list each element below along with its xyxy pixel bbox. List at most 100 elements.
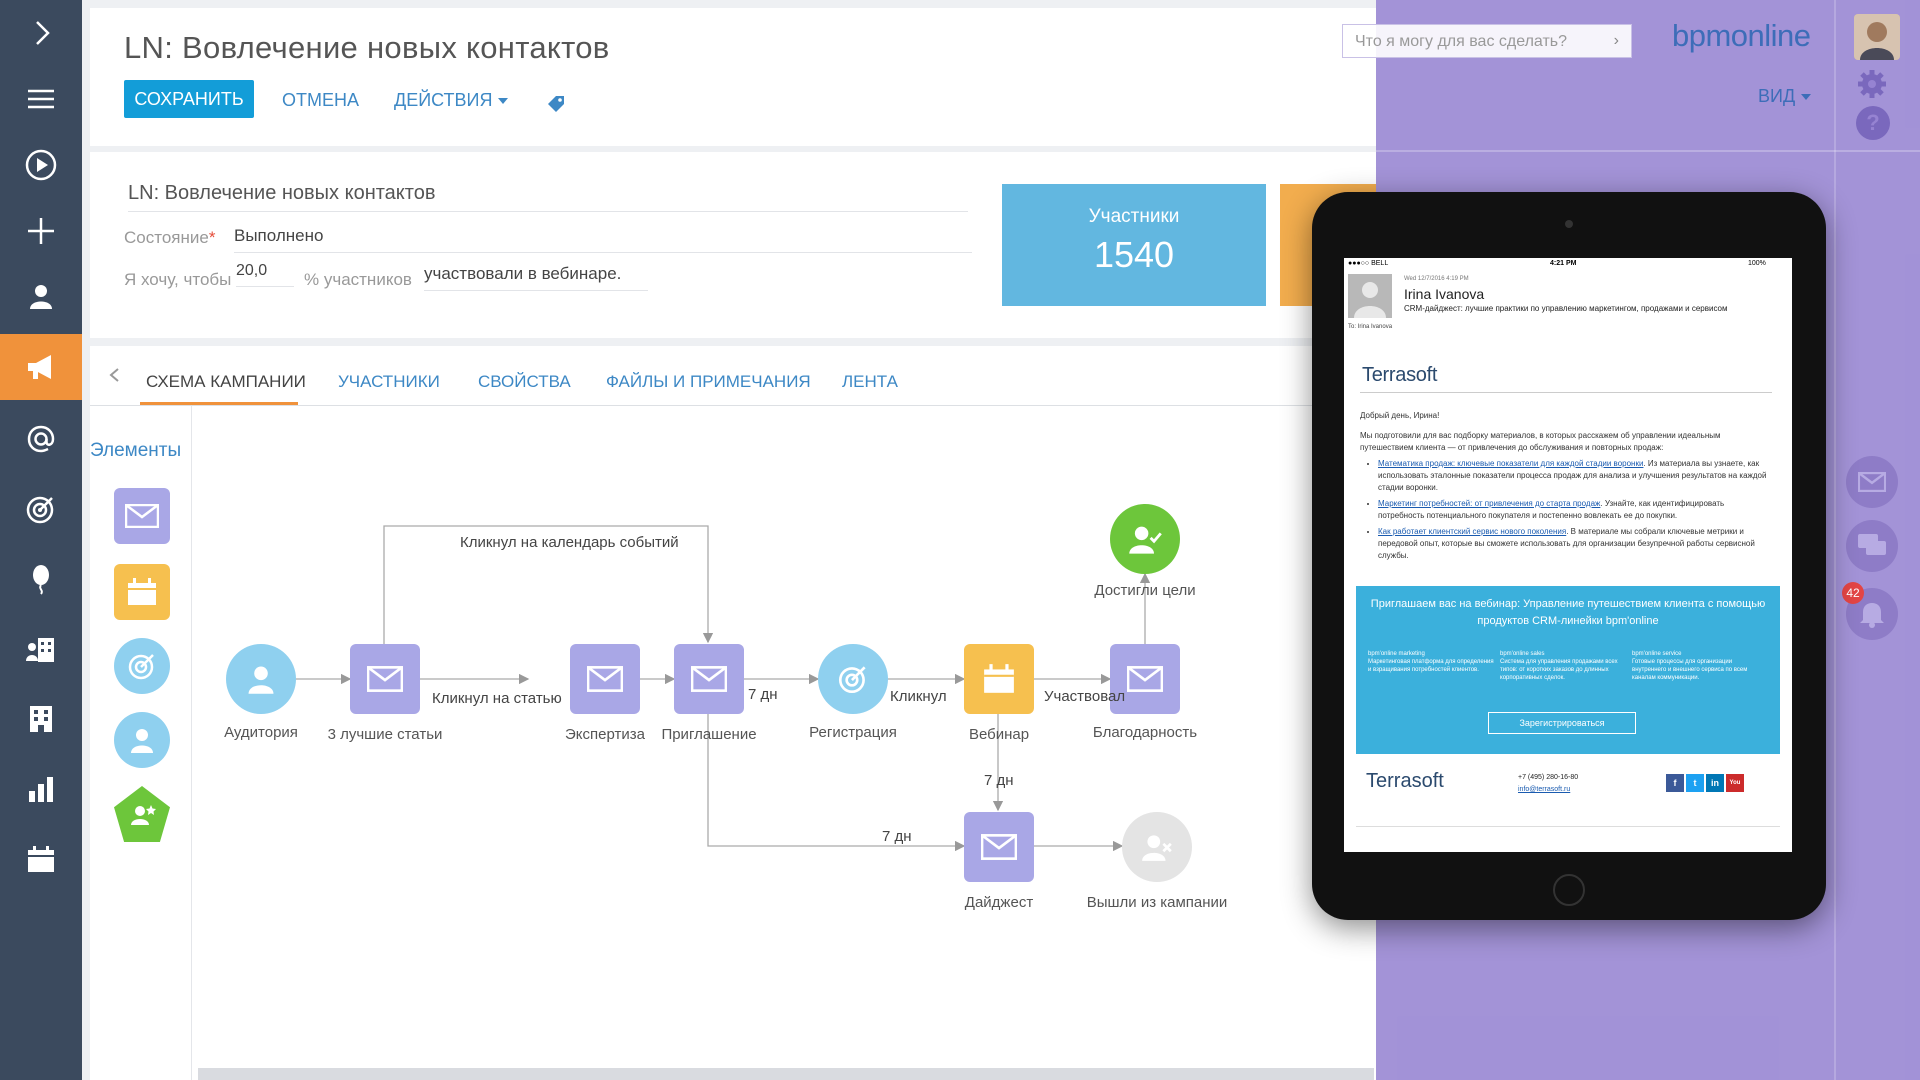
node-invitation[interactable] — [674, 644, 744, 714]
node-webinar-label: Вебинар — [968, 726, 1030, 743]
facebook-icon[interactable]: f — [1666, 774, 1684, 792]
state-field[interactable]: Выполнено — [234, 226, 972, 253]
palette-email-element[interactable] — [114, 488, 170, 544]
notifications-badge: 42 — [1842, 582, 1864, 604]
node-goal-label: Достигли цели — [1094, 582, 1196, 599]
settings-button[interactable] — [1854, 66, 1890, 102]
tablet-screen: ●●●○○ BELL 4:21 PM 100% Wed 12/7/2016 4:… — [1344, 258, 1792, 852]
person-remove-icon — [1142, 835, 1172, 861]
calendar-button[interactable] — [0, 826, 82, 892]
node-left-campaign[interactable] — [1122, 812, 1192, 882]
envelope-icon — [981, 834, 1017, 860]
goal-percent-field[interactable]: 20,0 — [236, 262, 294, 287]
required-mark: * — [208, 228, 216, 247]
node-digest-label: Дайджест — [964, 894, 1034, 911]
envelope-icon — [691, 666, 727, 692]
tablet-camera — [1565, 220, 1573, 228]
brand-logo: bpmonline — [1672, 18, 1811, 53]
menu-button[interactable] — [0, 66, 82, 132]
chat-panel-button[interactable] — [1846, 520, 1898, 572]
campaign-name-field[interactable]: LN: Вовлечение новых контактов — [128, 182, 968, 212]
avatar[interactable] — [1854, 14, 1900, 60]
status-battery: 100% — [1748, 260, 1766, 267]
article-link[interactable]: Маркетинг потребностей: от привлечения д… — [1378, 499, 1600, 508]
envelope-icon — [587, 666, 623, 692]
palette-goal-element[interactable] — [114, 786, 170, 842]
register-button[interactable]: Зарегистрироваться — [1488, 712, 1636, 734]
promo-column-title: bpm'online sales — [1500, 651, 1545, 657]
goals-button[interactable] — [0, 476, 82, 542]
article-item: Маркетинг потребностей: от привлечения д… — [1378, 498, 1770, 522]
person-icon — [30, 285, 52, 309]
node-best-articles[interactable] — [350, 644, 420, 714]
person-icon — [1348, 274, 1392, 318]
node-left-campaign-label: Вышли из кампании — [1086, 894, 1228, 911]
promo-column-text: Система для управления продажами всех ти… — [1500, 659, 1618, 681]
caret-down-icon — [1801, 94, 1812, 101]
bar-chart-icon — [29, 777, 53, 802]
view-button[interactable]: ВИД — [1758, 86, 1812, 107]
envelope-icon — [367, 666, 403, 692]
node-webinar[interactable] — [964, 644, 1034, 714]
horizontal-scrollbar[interactable] — [198, 1068, 1374, 1080]
article-link[interactable]: Как работает клиентский сервис нового по… — [1378, 527, 1566, 536]
analytics-button[interactable] — [0, 756, 82, 822]
edge-label-clicked-article: Кликнул на статью — [432, 690, 562, 707]
campaigns-button[interactable] — [0, 334, 82, 400]
accounts-button[interactable] — [0, 616, 82, 682]
tab-properties[interactable]: СВОЙСТВА — [478, 372, 571, 392]
companies-button[interactable] — [0, 686, 82, 752]
palette-event-element[interactable] — [114, 564, 170, 620]
email-section-button[interactable] — [0, 406, 82, 472]
palette-audience-element[interactable] — [114, 712, 170, 768]
youtube-icon[interactable]: You — [1726, 774, 1744, 792]
footer-email[interactable]: info@terrasoft.ru — [1518, 784, 1578, 796]
events-button[interactable] — [0, 546, 82, 612]
tab-files-notes[interactable]: ФАЙЛЫ И ПРИМЕЧАНИЯ — [606, 372, 811, 392]
email-panel-button[interactable] — [1846, 456, 1898, 508]
expand-sidebar-button[interactable] — [0, 0, 82, 66]
linkedin-icon[interactable]: in — [1706, 774, 1724, 792]
edge-label-7-days-3: 7 дн — [882, 828, 912, 845]
node-goal[interactable] — [1110, 504, 1180, 574]
palette-landing-element[interactable] — [114, 638, 170, 694]
calendar-icon — [984, 664, 1014, 693]
node-audience[interactable] — [226, 644, 296, 714]
tag-icon[interactable] — [546, 94, 566, 114]
node-expertise[interactable] — [570, 644, 640, 714]
tab-campaign-schema[interactable]: СХЕМА КАМПАНИИ — [146, 372, 306, 392]
node-registration[interactable] — [818, 644, 888, 714]
save-button[interactable]: СОХРАНИТЬ — [124, 80, 254, 118]
mail-recipient: To: Irina Ivanova — [1348, 324, 1393, 330]
help-button[interactable]: ? — [1856, 106, 1890, 140]
edge-label-clicked-calendar: Кликнул на календарь событий — [460, 534, 679, 551]
contacts-button[interactable] — [0, 264, 82, 330]
gear-icon — [1858, 70, 1886, 98]
chevron-left-icon[interactable] — [108, 368, 122, 382]
balloon-icon — [33, 565, 49, 595]
elements-title: Элементы — [90, 440, 182, 461]
mail-subject: CRM-дайджест: лучшие практики по управле… — [1404, 304, 1728, 313]
promo-column: bpm'online service Готовые процессы для о… — [1632, 650, 1758, 682]
add-button[interactable] — [0, 198, 82, 264]
command-search-input[interactable]: Что я могу для вас сделать? › — [1342, 24, 1632, 58]
footer-contacts: +7 (495) 280-16-80 info@terrasoft.ru — [1518, 772, 1578, 796]
status-carrier: ●●●○○ BELL — [1348, 260, 1389, 267]
goal-label-mid: % участников — [304, 270, 412, 289]
chat-icon — [1858, 534, 1886, 555]
actions-button[interactable]: ДЕЙСТВИЯ — [394, 90, 509, 111]
calendar-icon — [28, 846, 54, 872]
node-digest[interactable] — [964, 812, 1034, 882]
active-tab-indicator — [140, 402, 298, 405]
status-bar: ●●●○○ BELL 4:21 PM 100% — [1344, 258, 1792, 270]
article-link[interactable]: Математика продаж: ключевые показатели д… — [1378, 459, 1643, 468]
tab-feed[interactable]: ЛЕНТА — [842, 372, 898, 392]
participants-card[interactable]: Участники 1540 — [1002, 184, 1266, 306]
cancel-button[interactable]: ОТМЕНА — [282, 90, 359, 111]
goal-value-field[interactable]: участвовали в вебинаре. — [424, 264, 648, 291]
tab-participants[interactable]: УЧАСТНИКИ — [338, 372, 440, 392]
building-person-icon — [26, 638, 54, 662]
twitter-icon[interactable]: t — [1686, 774, 1704, 792]
email-body: Добрый день, Ирина! Мы подготовили для в… — [1360, 410, 1770, 566]
processes-button[interactable] — [0, 132, 82, 198]
